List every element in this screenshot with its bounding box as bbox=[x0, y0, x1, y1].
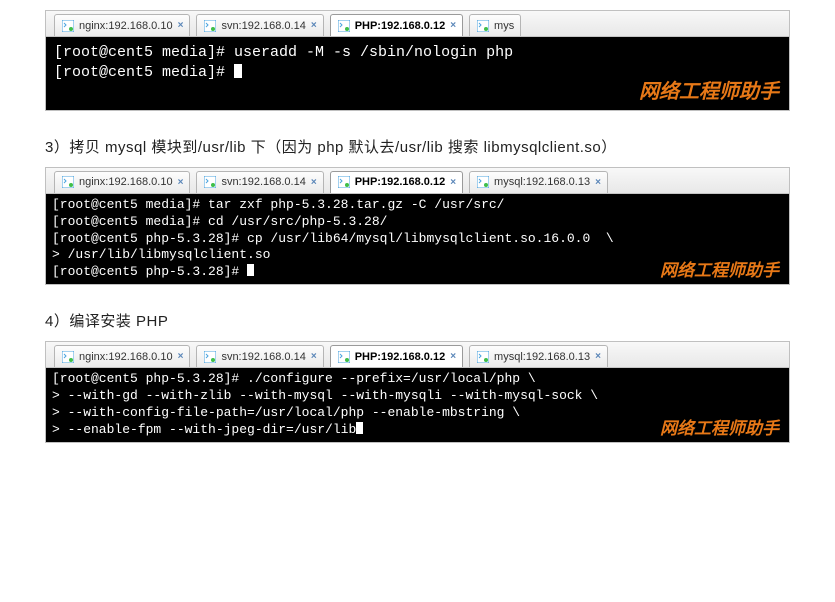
tab-label: svn:192.168.0.14 bbox=[221, 176, 305, 188]
cursor-icon bbox=[247, 264, 254, 276]
tab-label: mysql:192.168.0.13 bbox=[494, 351, 590, 363]
close-icon[interactable]: × bbox=[595, 351, 601, 362]
section-useradd: nginx:192.168.0.10 × svn:192.168.0.14 × … bbox=[45, 10, 790, 111]
terminal-line: > /usr/lib/libmysqlclient.so bbox=[52, 247, 270, 262]
tab-label: PHP:192.168.0.12 bbox=[355, 20, 446, 32]
terminal-icon bbox=[476, 19, 490, 33]
terminal-line: > --enable-fpm --with-jpeg-dir=/usr/lib bbox=[52, 422, 356, 437]
terminal-icon bbox=[61, 175, 75, 189]
terminal-icon bbox=[476, 350, 490, 364]
close-icon[interactable]: × bbox=[450, 351, 456, 362]
close-icon[interactable]: × bbox=[595, 177, 601, 188]
close-icon[interactable]: × bbox=[311, 177, 317, 188]
terminal-window-2: nginx:192.168.0.10 × svn:192.168.0.14 × … bbox=[45, 167, 790, 285]
terminal-line: [root@cent5 php-5.3.28]# cp /usr/lib64/m… bbox=[52, 231, 614, 246]
section-title: 3）拷贝 mysql 模块到/usr/lib 下（因为 php 默认去/usr/… bbox=[45, 136, 790, 157]
terminal-icon bbox=[61, 19, 75, 33]
tab-svn[interactable]: svn:192.168.0.14 × bbox=[196, 14, 323, 36]
tab-label: nginx:192.168.0.10 bbox=[79, 20, 173, 32]
terminal-output[interactable]: [root@cent5 php-5.3.28]# ./configure --p… bbox=[46, 368, 789, 442]
close-icon[interactable]: × bbox=[178, 177, 184, 188]
watermark-text: 网络工程师助手 bbox=[660, 418, 779, 440]
terminal-icon bbox=[337, 350, 351, 364]
tab-label: mysql:192.168.0.13 bbox=[494, 176, 590, 188]
close-icon[interactable]: × bbox=[450, 177, 456, 188]
section-title: 4）编译安装 PHP bbox=[45, 310, 790, 331]
close-icon[interactable]: × bbox=[178, 20, 184, 31]
tab-label: svn:192.168.0.14 bbox=[221, 351, 305, 363]
tab-svn[interactable]: svn:192.168.0.14 × bbox=[196, 345, 323, 367]
watermark-text: 网络工程师助手 bbox=[660, 260, 779, 282]
terminal-line: > --with-gd --with-zlib --with-mysql --w… bbox=[52, 388, 598, 403]
terminal-icon bbox=[203, 19, 217, 33]
tab-svn[interactable]: svn:192.168.0.14 × bbox=[196, 171, 323, 193]
terminal-output[interactable]: [root@cent5 media]# tar zxf php-5.3.28.t… bbox=[46, 194, 789, 284]
tab-php[interactable]: PHP:192.168.0.12 × bbox=[330, 14, 463, 36]
terminal-window-3: nginx:192.168.0.10 × svn:192.168.0.14 × … bbox=[45, 341, 790, 443]
tab-nginx[interactable]: nginx:192.168.0.10 × bbox=[54, 345, 190, 367]
tab-php[interactable]: PHP:192.168.0.12 × bbox=[330, 171, 463, 193]
terminal-line: > --with-config-file-path=/usr/local/php… bbox=[52, 405, 520, 420]
tab-nginx[interactable]: nginx:192.168.0.10 × bbox=[54, 14, 190, 36]
terminal-line: [root@cent5 php-5.3.28]# bbox=[52, 264, 247, 279]
section-copy-mysql: 3）拷贝 mysql 模块到/usr/lib 下（因为 php 默认去/usr/… bbox=[45, 136, 790, 285]
close-icon[interactable]: × bbox=[178, 351, 184, 362]
terminal-window-1: nginx:192.168.0.10 × svn:192.168.0.14 × … bbox=[45, 10, 790, 111]
tab-bar: nginx:192.168.0.10 × svn:192.168.0.14 × … bbox=[46, 342, 789, 368]
terminal-line: [root@cent5 media]# useradd -M -s /sbin/… bbox=[54, 44, 513, 61]
tab-label: mys bbox=[494, 20, 514, 32]
tab-label: nginx:192.168.0.10 bbox=[79, 351, 173, 363]
tab-php[interactable]: PHP:192.168.0.12 × bbox=[330, 345, 463, 367]
tab-label: nginx:192.168.0.10 bbox=[79, 176, 173, 188]
tab-mysql[interactable]: mysql:192.168.0.13 × bbox=[469, 345, 608, 367]
tab-bar: nginx:192.168.0.10 × svn:192.168.0.14 × … bbox=[46, 11, 789, 37]
terminal-icon bbox=[337, 19, 351, 33]
close-icon[interactable]: × bbox=[311, 20, 317, 31]
terminal-output[interactable]: [root@cent5 media]# useradd -M -s /sbin/… bbox=[46, 37, 789, 110]
section-compile-php: 4）编译安装 PHP nginx:192.168.0.10 × svn:192.… bbox=[45, 310, 790, 443]
terminal-line: [root@cent5 media]# tar zxf php-5.3.28.t… bbox=[52, 197, 504, 212]
tab-label: PHP:192.168.0.12 bbox=[355, 351, 446, 363]
tab-nginx[interactable]: nginx:192.168.0.10 × bbox=[54, 171, 190, 193]
tab-label: PHP:192.168.0.12 bbox=[355, 176, 446, 188]
close-icon[interactable]: × bbox=[311, 351, 317, 362]
close-icon[interactable]: × bbox=[450, 20, 456, 31]
terminal-icon bbox=[337, 175, 351, 189]
terminal-icon bbox=[61, 350, 75, 364]
tab-label: svn:192.168.0.14 bbox=[221, 20, 305, 32]
cursor-icon bbox=[356, 422, 363, 434]
terminal-icon bbox=[203, 350, 217, 364]
terminal-line: [root@cent5 media]# cd /usr/src/php-5.3.… bbox=[52, 214, 387, 229]
cursor-icon bbox=[234, 64, 242, 78]
tab-mysql[interactable]: mysql:192.168.0.13 × bbox=[469, 171, 608, 193]
terminal-line: [root@cent5 media]# bbox=[54, 64, 234, 81]
watermark-text: 网络工程师助手 bbox=[639, 79, 779, 106]
terminal-icon bbox=[476, 175, 490, 189]
terminal-icon bbox=[203, 175, 217, 189]
tab-mysql-truncated[interactable]: mys bbox=[469, 14, 521, 36]
terminal-line: [root@cent5 php-5.3.28]# ./configure --p… bbox=[52, 371, 536, 386]
tab-bar: nginx:192.168.0.10 × svn:192.168.0.14 × … bbox=[46, 168, 789, 194]
